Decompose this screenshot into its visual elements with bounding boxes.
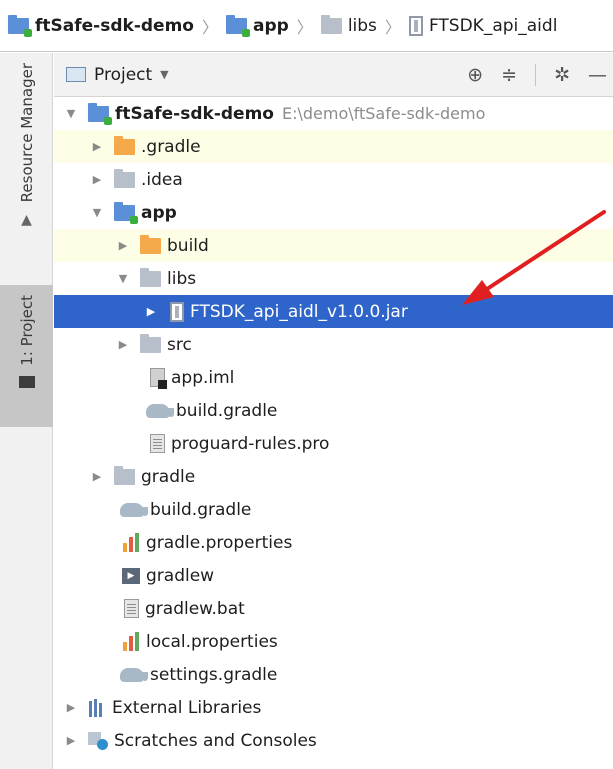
iml-file-icon (150, 368, 167, 389)
tool-window-stripe: Resource Manager ▲ 1: Project (0, 53, 53, 769)
project-tab[interactable]: 1: Project (0, 285, 53, 427)
scratches-icon (88, 731, 108, 750)
breadcrumb-item-app[interactable]: app (225, 14, 289, 37)
module-folder-icon (8, 14, 32, 37)
tree-row-local-properties[interactable]: local.properties (54, 625, 613, 658)
tree-row-app-iml[interactable]: app.iml (54, 361, 613, 394)
properties-icon (122, 632, 140, 651)
project-view-icon (66, 67, 86, 82)
folder-icon (114, 168, 135, 188)
breadcrumb-item-jar[interactable]: FTSDK_api_aidl (408, 15, 557, 36)
project-tree: ▼ ftSafe-sdk-demo E:\demo\ftSafe-sdk-dem… (54, 97, 613, 769)
collapse-arrow-icon[interactable]: ▶ (88, 140, 106, 153)
tree-row-libs[interactable]: ▼ libs (54, 262, 613, 295)
chevron-right-icon: 〉 (296, 17, 313, 37)
tree-row-jar-selected[interactable]: ▶ FTSDK_api_aidl_v1.0.0.jar (54, 295, 613, 328)
project-view-selector[interactable]: Project ▼ (66, 65, 169, 85)
folder-icon (114, 465, 135, 485)
tree-row-project-root[interactable]: ▼ ftSafe-sdk-demo E:\demo\ftSafe-sdk-dem… (54, 97, 613, 130)
excluded-folder-icon (140, 234, 161, 254)
breadcrumb-item-libs[interactable]: libs (320, 14, 377, 36)
caret-down-icon: ▼ (160, 68, 169, 81)
folder-icon (140, 333, 161, 353)
jar-icon (408, 15, 423, 36)
tree-row-build[interactable]: ▶ build (54, 229, 613, 262)
collapse-arrow-icon[interactable]: ▶ (114, 338, 132, 351)
tree-row-gradlew-bat[interactable]: gradlew.bat (54, 592, 613, 625)
tree-row-gradle-dir[interactable]: ▶ .gradle (54, 130, 613, 163)
gradle-icon (120, 502, 148, 517)
folder-icon (320, 14, 342, 34)
gear-icon[interactable]: ✲ (554, 64, 570, 86)
gradle-icon (146, 403, 174, 418)
tree-row-root-build-gradle[interactable]: build.gradle (54, 493, 613, 526)
properties-icon (122, 533, 140, 552)
libraries-icon (88, 698, 106, 717)
tree-row-idea[interactable]: ▶ .idea (54, 163, 613, 196)
minimize-icon[interactable]: — (588, 64, 607, 86)
resource-manager-tab[interactable]: Resource Manager ▲ (0, 63, 53, 273)
collapse-arrow-icon[interactable]: ▶ (62, 734, 80, 747)
executable-icon: ▶ (122, 567, 140, 584)
toolbar-divider (535, 64, 537, 86)
collapse-arrow-icon[interactable]: ▶ (88, 470, 106, 483)
expand-arrow-icon[interactable]: ▼ (88, 206, 106, 219)
tree-row-app-build-gradle[interactable]: build.gradle (54, 394, 613, 427)
collapse-arrow-icon[interactable]: ▶ (88, 173, 106, 186)
tree-row-scratches[interactable]: ▶ Scratches and Consoles (54, 724, 613, 757)
collapse-all-icon[interactable]: ≑ (501, 64, 517, 86)
chevron-right-icon: 〉 (201, 17, 218, 37)
chevron-right-icon: 〉 (384, 17, 401, 37)
tree-row-src[interactable]: ▶ src (54, 328, 613, 361)
text-file-icon (150, 434, 165, 453)
project-path: E:\demo\ftSafe-sdk-demo (281, 104, 486, 123)
module-folder-icon (114, 201, 138, 224)
expand-arrow-icon[interactable]: ▼ (114, 272, 132, 285)
tree-row-external-libraries[interactable]: ▶ External Libraries (54, 691, 613, 724)
module-folder-icon (225, 14, 250, 37)
tree-row-gradlew[interactable]: ▶ gradlew (54, 559, 613, 592)
gradle-icon (120, 667, 148, 682)
project-view-label: Project (94, 64, 153, 85)
excluded-folder-icon (114, 135, 135, 155)
navigation-breadcrumb: ftSafe-sdk-demo 〉 app 〉 libs 〉 FTSDK_api… (0, 0, 613, 52)
resource-manager-label: Resource Manager (17, 63, 36, 203)
project-folder-icon (18, 375, 35, 388)
panel-toolbar: ⊕ ≑ ✲ — (467, 53, 613, 97)
tree-row-settings-gradle[interactable]: settings.gradle (54, 658, 613, 691)
module-folder-icon (88, 102, 112, 125)
text-file-icon (124, 599, 139, 618)
collapse-arrow-icon[interactable]: ▶ (114, 239, 132, 252)
locate-icon[interactable]: ⊕ (467, 64, 483, 86)
expand-arrow-icon[interactable]: ▼ (62, 107, 80, 120)
breadcrumb-item-project[interactable]: ftSafe-sdk-demo (8, 14, 194, 37)
jar-icon (170, 301, 184, 322)
collapse-arrow-icon[interactable]: ▶ (142, 305, 160, 318)
tree-row-app[interactable]: ▼ app (54, 196, 613, 229)
project-tab-label: 1: Project (17, 295, 36, 366)
tree-row-proguard[interactable]: proguard-rules.pro (54, 427, 613, 460)
resource-manager-icon: ▲ (21, 212, 32, 229)
tree-row-gradle-properties[interactable]: gradle.properties (54, 526, 613, 559)
collapse-arrow-icon[interactable]: ▶ (62, 701, 80, 714)
folder-icon (140, 267, 161, 287)
tree-row-gradle-folder[interactable]: ▶ gradle (54, 460, 613, 493)
project-panel-header: Project ▼ ⊕ ≑ ✲ — (54, 53, 613, 97)
